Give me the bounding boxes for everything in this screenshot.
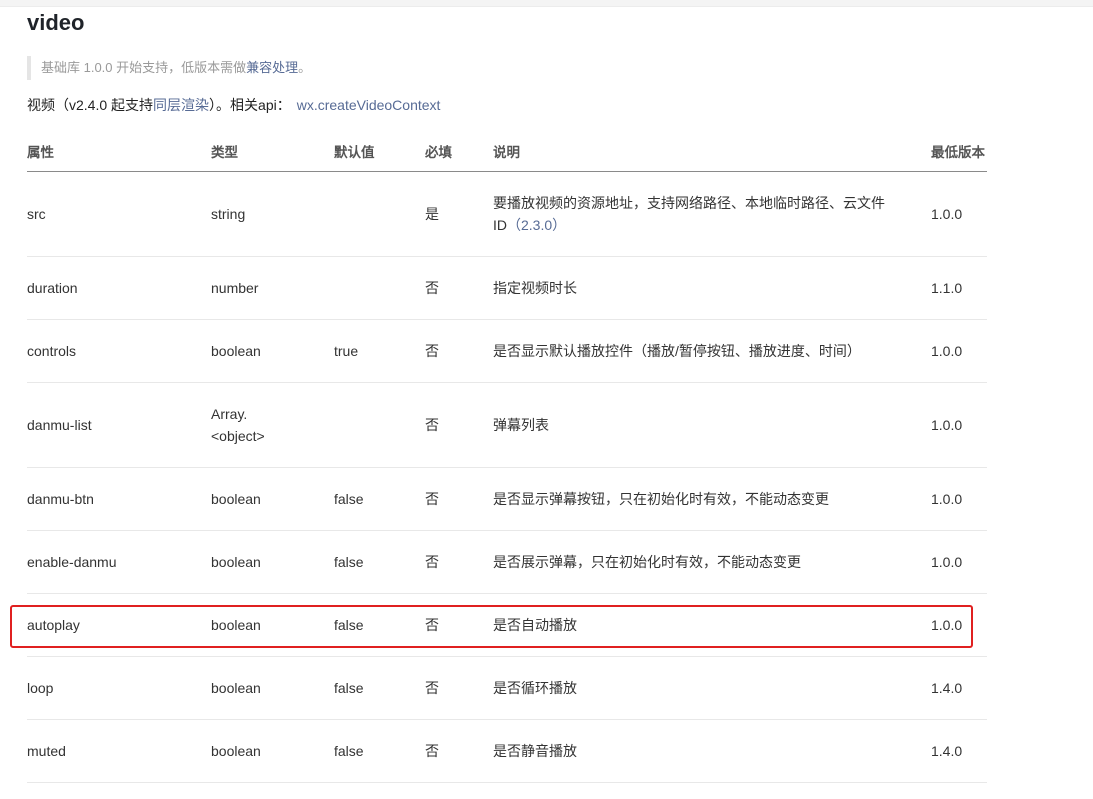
attr-type: boolean xyxy=(211,656,334,720)
attr-required: 否 xyxy=(425,467,493,531)
table-row-highlighted: autoplay boolean false 否 是否自动播放 1.0.0 xyxy=(27,593,987,657)
attr-required: 否 xyxy=(425,382,493,468)
attr-required: 否 xyxy=(425,719,493,783)
attr-desc-line2-text: ID xyxy=(493,217,507,233)
attr-type-line1: Array. xyxy=(211,406,248,422)
attr-name: controls xyxy=(27,319,211,383)
attr-desc: 弹幕列表 xyxy=(493,382,931,468)
attr-desc: 是否展示弹幕，只在初始化时有效，不能动态变更 xyxy=(493,530,931,594)
table-row: controls boolean true 否 是否显示默认播放控件（播放/暂停… xyxy=(27,319,987,383)
table-row: muted boolean false 否 是否静音播放 1.4.0 xyxy=(27,719,987,783)
table-row: loop boolean false 否 是否循环播放 1.4.0 xyxy=(27,656,987,720)
attr-type: boolean xyxy=(211,530,334,594)
support-note-text: 基础库 1.0.0 开始支持，低版本需做 xyxy=(41,60,247,75)
property-table: 属性 类型 默认值 必填 说明 最低版本 src string 是 要播放视频的… xyxy=(27,131,987,783)
attr-type: boolean xyxy=(211,467,334,531)
header-description: 说明 xyxy=(493,131,931,172)
header-required: 必填 xyxy=(425,131,493,172)
table-row: danmu-btn boolean false 否 是否显示弹幕按钮，只在初始化… xyxy=(27,467,987,531)
header-attribute: 属性 xyxy=(27,131,211,172)
attr-default xyxy=(334,256,425,320)
attr-type: boolean xyxy=(211,319,334,383)
header-default: 默认值 xyxy=(334,131,425,172)
attr-type: number xyxy=(211,256,334,320)
attr-type: boolean xyxy=(211,719,334,783)
attr-required: 否 xyxy=(425,319,493,383)
attr-default xyxy=(334,382,425,468)
attr-default: false xyxy=(334,719,425,783)
attr-desc: 要播放视频的资源地址，支持网络路径、本地临时路径、云文件 ID（2.3.0） xyxy=(493,171,931,257)
attr-default: false xyxy=(334,656,425,720)
table-row: enable-danmu boolean false 否 是否展示弹幕，只在初始… xyxy=(27,530,987,594)
attr-version: 1.0.0 xyxy=(931,467,987,531)
attr-version: 1.1.0 xyxy=(931,256,987,320)
attr-version: 1.0.0 xyxy=(931,319,987,383)
top-bar xyxy=(0,0,1093,7)
create-video-context-link[interactable]: wx.createVideoContext xyxy=(297,97,441,113)
attr-type-line2: <object> xyxy=(211,428,265,444)
table-row: duration number 否 指定视频时长 1.1.0 xyxy=(27,256,987,320)
desc-text-2: ）。相关api： xyxy=(209,97,291,113)
attr-type: string xyxy=(211,171,334,257)
attr-desc-version: （2.3.0） xyxy=(507,217,567,233)
same-layer-render-link[interactable]: 同层渲染 xyxy=(153,97,209,113)
attr-type: boolean xyxy=(211,593,334,657)
attr-type: Array. <object> xyxy=(211,382,334,468)
attr-desc: 是否循环播放 xyxy=(493,656,931,720)
attr-desc: 是否显示弹幕按钮，只在初始化时有效，不能动态变更 xyxy=(493,467,931,531)
attr-required: 否 xyxy=(425,656,493,720)
attr-desc-line1: 要播放视频的资源地址，支持网络路径、本地临时路径、云文件 xyxy=(493,195,885,211)
attr-default xyxy=(334,171,425,257)
attr-name: autoplay xyxy=(27,593,211,657)
support-note-suffix: 。 xyxy=(298,60,312,75)
attr-name: danmu-btn xyxy=(27,467,211,531)
attr-name: muted xyxy=(27,719,211,783)
attr-version: 1.0.0 xyxy=(931,171,987,257)
attr-default: false xyxy=(334,467,425,531)
attr-version: 1.0.0 xyxy=(931,382,987,468)
attr-default: false xyxy=(334,593,425,657)
attr-version: 1.0.0 xyxy=(931,593,987,657)
desc-text-1: 视频（v2.4.0 起支持 xyxy=(27,97,154,113)
table-header-row: 属性 类型 默认值 必填 说明 最低版本 xyxy=(27,131,987,172)
attr-desc: 是否静音播放 xyxy=(493,719,931,783)
header-type: 类型 xyxy=(211,131,334,172)
attr-name: loop xyxy=(27,656,211,720)
table-row: src string 是 要播放视频的资源地址，支持网络路径、本地临时路径、云文… xyxy=(27,171,987,257)
compat-link[interactable]: 兼容处理 xyxy=(246,60,298,75)
attr-version: 1.0.0 xyxy=(931,530,987,594)
attr-desc: 是否显示默认播放控件（播放/暂停按钮、播放进度、时间） xyxy=(493,319,931,383)
attr-required: 否 xyxy=(425,530,493,594)
attr-desc: 指定视频时长 xyxy=(493,256,931,320)
page-title: video xyxy=(27,10,85,35)
attr-required: 是 xyxy=(425,171,493,257)
attr-default: true xyxy=(334,319,425,383)
attr-version: 1.4.0 xyxy=(931,719,987,783)
table-row: danmu-list Array. <object> 否 弹幕列表 1.0.0 xyxy=(27,382,987,468)
attr-name: src xyxy=(27,171,211,257)
attr-required: 否 xyxy=(425,256,493,320)
attr-desc-line2: ID（2.3.0） xyxy=(493,214,931,236)
attr-name: enable-danmu xyxy=(27,530,211,594)
attr-required: 否 xyxy=(425,593,493,657)
attr-version: 1.4.0 xyxy=(931,656,987,720)
header-min-version: 最低版本 xyxy=(931,131,987,172)
attr-default: false xyxy=(334,530,425,594)
support-note: 基础库 1.0.0 开始支持，低版本需做兼容处理。 xyxy=(27,56,311,80)
attr-desc: 是否自动播放 xyxy=(493,593,931,657)
attr-name: duration xyxy=(27,256,211,320)
attr-name: danmu-list xyxy=(27,382,211,468)
component-description: 视频（v2.4.0 起支持同层渲染）。相关api： wx.createVideoC… xyxy=(27,94,440,116)
